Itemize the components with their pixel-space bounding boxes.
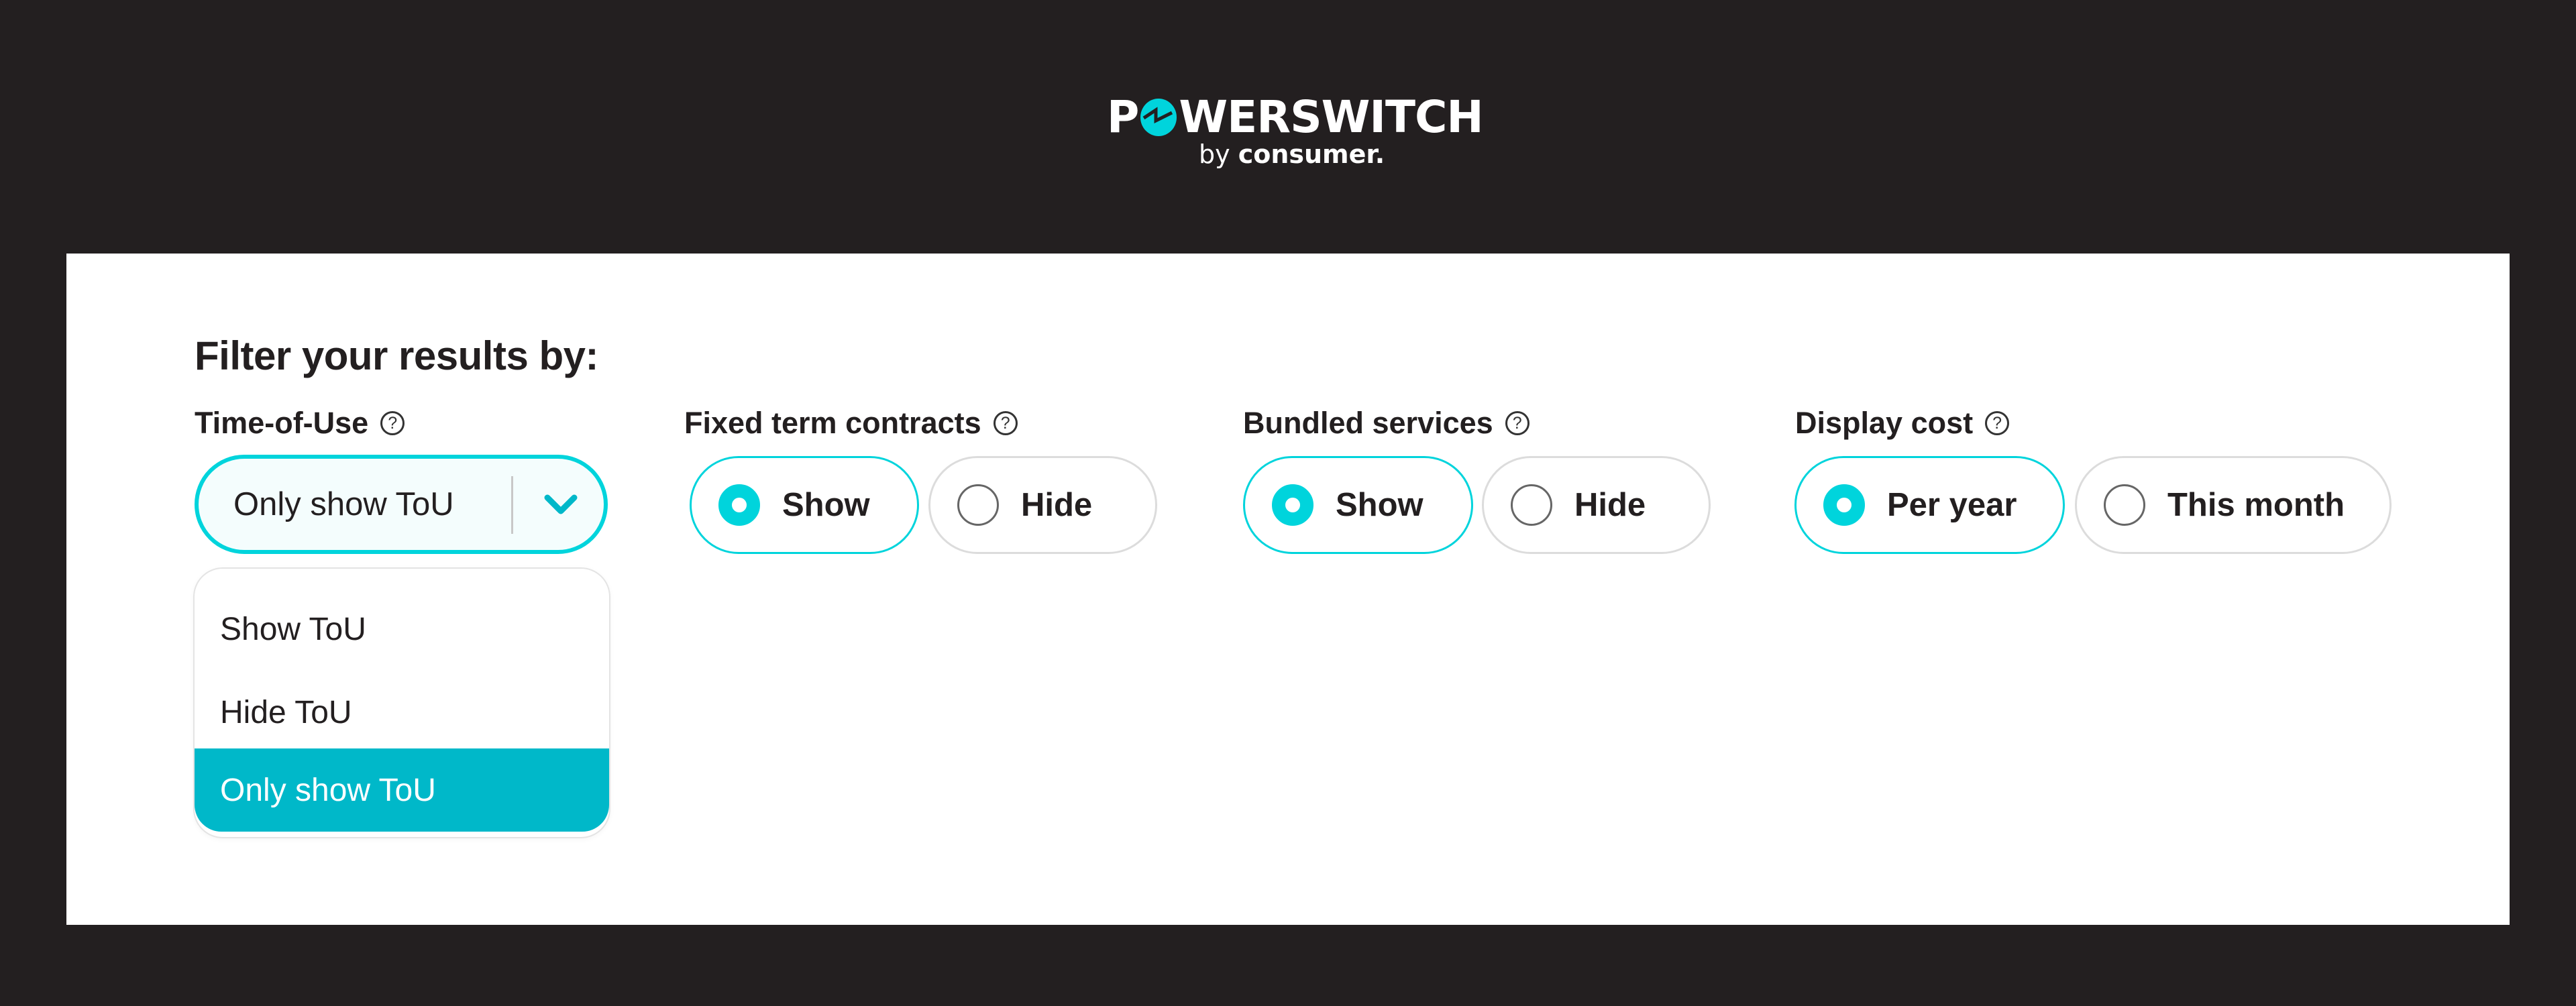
display-cost-this-month-radio[interactable]: This month [2075,456,2392,554]
filter-panel: Filter your results by: Time-of-Use ? On… [66,254,2510,925]
bundled-services-label-text: Bundled services [1243,406,1493,440]
time-of-use-label: Time-of-Use ? [195,404,405,442]
radio-checked-icon [1272,484,1313,526]
logo-letter-p: P [1107,91,1139,143]
display-cost-label-text: Display cost [1795,406,1974,440]
time-of-use-dropdown-menu: Show ToU Hide ToU Only show ToU [193,567,610,838]
fixed-term-contracts-help-icon[interactable]: ? [993,411,1018,435]
select-divider [511,476,513,534]
menu-option-label: Show ToU [220,611,366,647]
display-cost-label: Display cost ? [1795,404,2010,442]
bundled-services-label: Bundled services ? [1243,404,1529,442]
menu-option-only-show-tou[interactable]: Only show ToU [195,748,609,832]
display-cost-help-icon[interactable]: ? [1985,411,2010,435]
bundled-services-show-label: Show [1336,487,1424,523]
display-cost-per-year-radio[interactable]: Per year [1794,456,2065,554]
radio-unchecked-icon [1511,484,1552,526]
logo-wordmark: P WERSWITCH [1107,91,1484,143]
logo-by: by [1199,139,1230,169]
time-of-use-select[interactable]: Only show ToU [195,455,608,554]
time-of-use-label-text: Time-of-Use [195,406,369,440]
bundled-services-hide-label: Hide [1574,487,1646,523]
logo-consumer: consumer. [1238,139,1385,169]
fixed-term-show-label: Show [782,487,870,523]
fixed-term-hide-label: Hide [1021,487,1093,523]
logo-tagline: by consumer. [1199,138,1385,170]
display-cost-this-month-label: This month [2167,487,2345,523]
chevron-down-icon[interactable] [541,486,581,523]
menu-option-label: Only show ToU [220,772,436,808]
logo-letters-werswitch: WERSWITCH [1179,91,1483,143]
menu-option-show-tou[interactable]: Show ToU [195,588,609,671]
radio-unchecked-icon [2104,484,2145,526]
fixed-term-hide-radio[interactable]: Hide [928,456,1157,554]
bundled-services-help-icon[interactable]: ? [1505,411,1529,435]
radio-unchecked-icon [957,484,999,526]
bundled-services-hide-radio[interactable]: Hide [1482,456,1711,554]
power-switch-o-icon [1140,99,1177,136]
radio-checked-icon [718,484,760,526]
fixed-term-show-radio[interactable]: Show [690,456,919,554]
display-cost-per-year-label: Per year [1887,487,2017,523]
bundled-services-show-radio[interactable]: Show [1243,456,1473,554]
time-of-use-help-icon[interactable]: ? [380,411,405,435]
fixed-term-contracts-label: Fixed term contracts ? [684,404,1018,442]
time-of-use-select-value: Only show ToU [233,486,454,522]
radio-checked-icon [1823,484,1865,526]
menu-option-hide-tou[interactable]: Hide ToU [195,671,609,754]
powerswitch-logo[interactable]: P WERSWITCH by consumer. [1107,94,1484,171]
filter-heading: Filter your results by: [195,333,598,378]
menu-option-label: Hide ToU [220,694,352,730]
fixed-term-contracts-label-text: Fixed term contracts [684,406,981,440]
